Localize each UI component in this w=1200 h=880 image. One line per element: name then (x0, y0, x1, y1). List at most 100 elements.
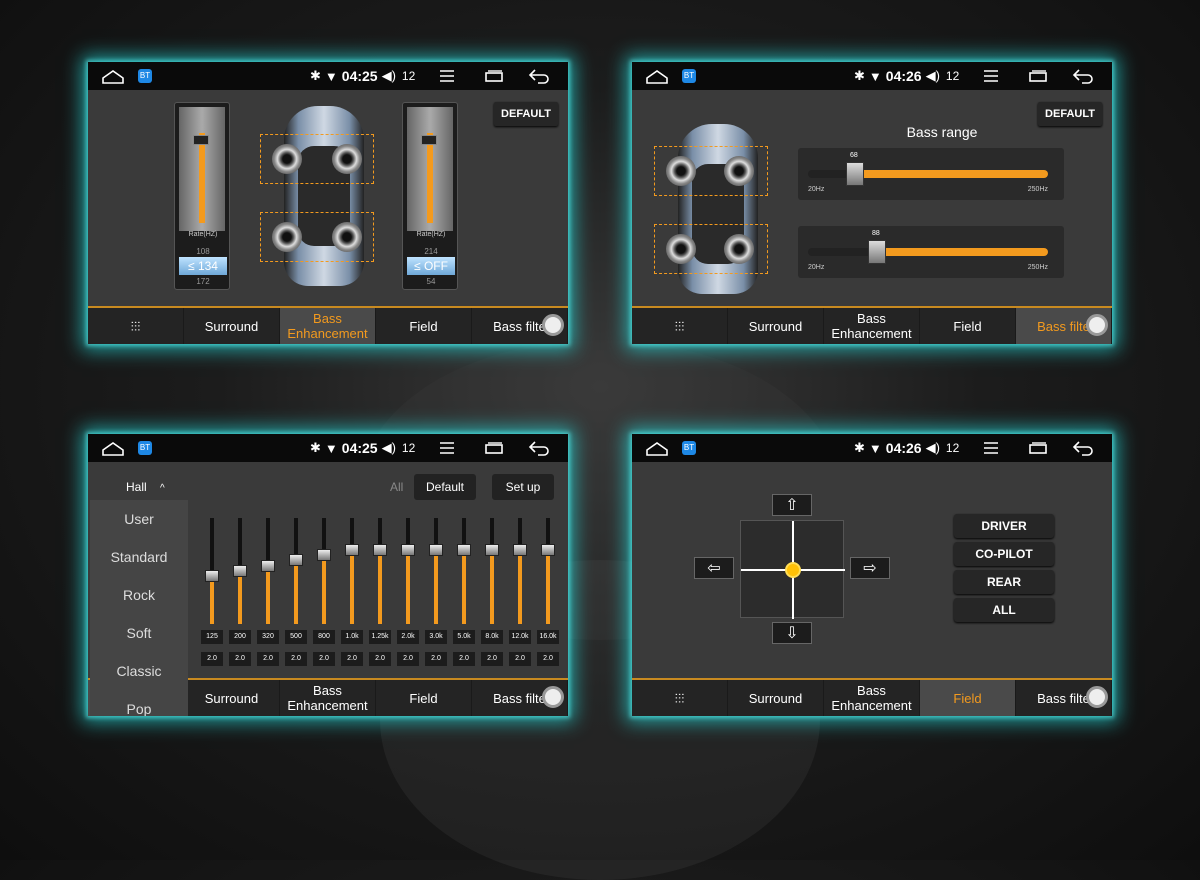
arrow-left-button[interactable]: ⇦ (694, 557, 734, 579)
eq-band-knob[interactable] (457, 544, 471, 556)
rate-prev-value[interactable]: 214 (403, 247, 459, 256)
front-bass-module[interactable]: Rate(HZ) 108 ≤ 134 172 (174, 102, 230, 290)
tab-scroll-knob[interactable] (542, 686, 564, 708)
tab-bass-enhancement[interactable]: Bass Enhancement (824, 680, 920, 716)
eq-band-q-value[interactable]: 2.0 (509, 652, 531, 666)
eq-band-knob[interactable] (317, 549, 331, 561)
rate-value[interactable]: ≤ 134 (179, 257, 227, 275)
eq-band-slider[interactable] (286, 518, 306, 624)
tab-field[interactable]: Field (920, 680, 1016, 716)
back-icon[interactable] (528, 68, 550, 84)
tab-field[interactable]: Field (376, 680, 472, 716)
home-icon[interactable] (102, 68, 124, 84)
tab-bass-enhancement[interactable]: Bass Enhancement (824, 308, 920, 344)
eq-band-slider[interactable] (314, 518, 334, 624)
co-pilot-button[interactable]: CO-PILOT (954, 542, 1054, 566)
rear-bass-module[interactable]: Rate(HZ) 214 ≤ OFF 54 (402, 102, 458, 290)
eq-band-slider[interactable] (202, 518, 222, 624)
eq-band-knob[interactable] (513, 544, 527, 556)
home-icon[interactable] (646, 440, 668, 456)
field-focus-point[interactable] (785, 562, 801, 578)
tab-surround[interactable]: Surround (184, 308, 280, 344)
eq-band-q-value[interactable]: 2.0 (481, 652, 503, 666)
tab-field[interactable]: Field (376, 308, 472, 344)
tab-field[interactable]: Field (920, 308, 1016, 344)
back-icon[interactable] (1072, 68, 1094, 84)
preset-item[interactable]: Soft (90, 614, 188, 652)
rear-button[interactable]: REAR (954, 570, 1054, 594)
eq-band-q-value[interactable]: 2.0 (453, 652, 475, 666)
eq-band-knob[interactable] (233, 565, 247, 577)
menu-icon[interactable] (440, 70, 454, 82)
preset-dropdown[interactable]: Hall ^ (126, 480, 165, 494)
eq-band-knob[interactable] (345, 544, 359, 556)
default-button[interactable]: DEFAULT (494, 102, 558, 126)
eq-band-slider[interactable] (482, 518, 502, 624)
eq-band-knob[interactable] (289, 554, 303, 566)
preset-item[interactable]: Pop (90, 690, 188, 716)
tab-equalizer[interactable]: ⫶⫶⫶ (88, 308, 184, 344)
eq-band-q-value[interactable]: 2.0 (397, 652, 419, 666)
slider-knob[interactable] (193, 135, 209, 145)
eq-band-slider[interactable] (398, 518, 418, 624)
rear-bass-range-slider[interactable]: 88 20Hz 250Hz (798, 226, 1064, 278)
app-icon[interactable]: BT (138, 69, 152, 83)
tab-bass-enhancement[interactable]: Bass Enhancement (280, 308, 376, 344)
front-bass-range-slider[interactable]: 68 20Hz 250Hz (798, 148, 1064, 200)
eq-band-knob[interactable] (261, 560, 275, 572)
preset-item[interactable]: Classic (90, 652, 188, 690)
tab-scroll-knob[interactable] (1086, 314, 1108, 336)
eq-band-q-value[interactable]: 2.0 (425, 652, 447, 666)
eq-band-knob[interactable] (485, 544, 499, 556)
eq-band-knob[interactable] (205, 570, 219, 582)
eq-band-q-value[interactable]: 2.0 (369, 652, 391, 666)
tab-surround[interactable]: Surround (728, 680, 824, 716)
app-icon[interactable]: BT (682, 441, 696, 455)
preset-item[interactable]: Rock (90, 576, 188, 614)
driver-button[interactable]: DRIVER (954, 514, 1054, 538)
home-icon[interactable] (646, 68, 668, 84)
tab-bass-enhancement[interactable]: Bass Enhancement (280, 680, 376, 716)
eq-band-knob[interactable] (401, 544, 415, 556)
eq-band-slider[interactable] (538, 518, 558, 624)
menu-icon[interactable] (984, 70, 998, 82)
back-icon[interactable] (528, 440, 550, 456)
recent-apps-icon[interactable] (484, 442, 504, 454)
eq-band-q-value[interactable]: 2.0 (257, 652, 279, 666)
eq-band-slider[interactable] (258, 518, 278, 624)
recent-apps-icon[interactable] (484, 70, 504, 82)
sound-field-pad[interactable] (740, 520, 845, 619)
app-icon[interactable]: BT (138, 441, 152, 455)
eq-band-q-value[interactable]: 2.0 (313, 652, 335, 666)
setup-button[interactable]: Set up (492, 474, 554, 500)
app-icon[interactable]: BT (682, 69, 696, 83)
home-icon[interactable] (102, 440, 124, 456)
rate-next-value[interactable]: 172 (175, 277, 231, 286)
tab-surround[interactable]: Surround (728, 308, 824, 344)
eq-band-q-value[interactable]: 2.0 (537, 652, 559, 666)
slider-knob[interactable] (421, 135, 437, 145)
eq-band-q-value[interactable]: 2.0 (229, 652, 251, 666)
rate-next-value[interactable]: 54 (403, 277, 459, 286)
eq-band-slider[interactable] (510, 518, 530, 624)
arrow-up-button[interactable]: ⇧ (772, 494, 812, 516)
arrow-down-button[interactable]: ⇩ (772, 622, 812, 644)
slider-knob[interactable] (868, 240, 886, 264)
eq-band-knob[interactable] (429, 544, 443, 556)
default-button[interactable]: DEFAULT (1038, 102, 1102, 126)
recent-apps-icon[interactable] (1028, 70, 1048, 82)
tab-equalizer[interactable]: ⫶⫶⫶ (632, 680, 728, 716)
eq-band-slider[interactable] (426, 518, 446, 624)
eq-band-q-value[interactable]: 2.0 (285, 652, 307, 666)
eq-band-q-value[interactable]: 2.0 (341, 652, 363, 666)
tab-scroll-knob[interactable] (542, 314, 564, 336)
default-button[interactable]: Default (414, 474, 476, 500)
arrow-right-button[interactable]: ⇨ (850, 557, 890, 579)
menu-icon[interactable] (440, 442, 454, 454)
tab-equalizer[interactable]: ⫶⫶⫶ (632, 308, 728, 344)
eq-band-slider[interactable] (370, 518, 390, 624)
all-button[interactable]: ALL (954, 598, 1054, 622)
eq-band-knob[interactable] (541, 544, 555, 556)
preset-item[interactable]: Standard (90, 538, 188, 576)
eq-band-slider[interactable] (454, 518, 474, 624)
